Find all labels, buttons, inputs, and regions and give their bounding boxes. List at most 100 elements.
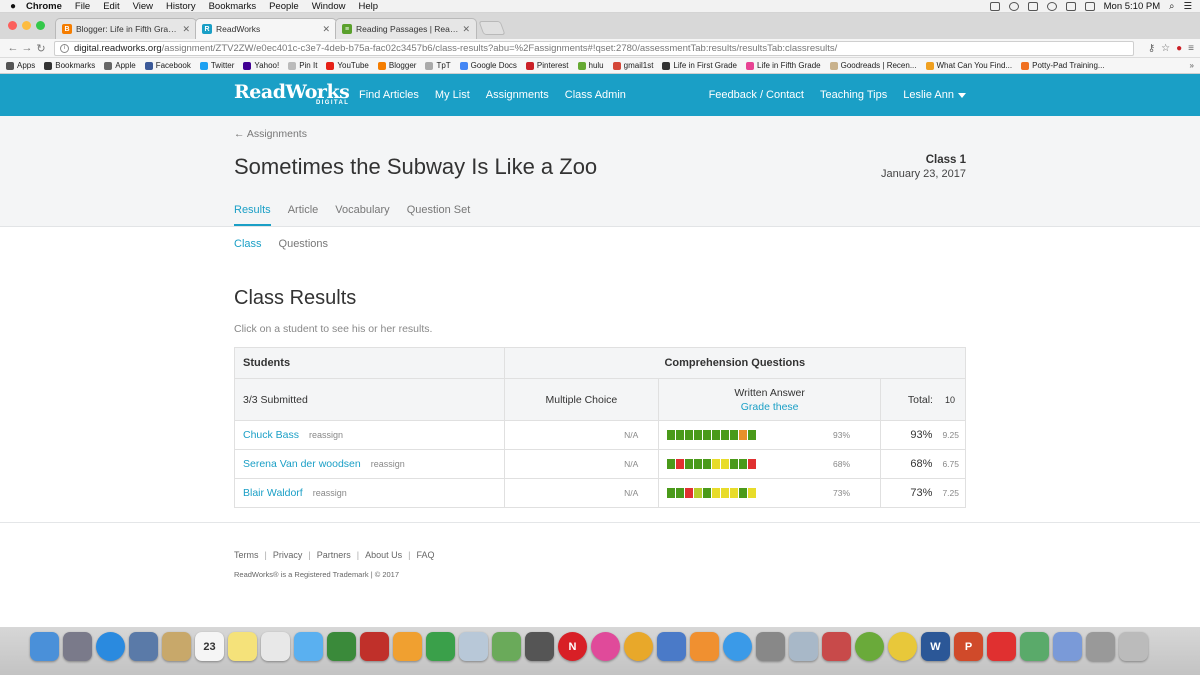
menu-help[interactable]: Help	[358, 1, 378, 12]
dock-netflix-icon[interactable]: N	[558, 632, 587, 661]
table-row[interactable]: Serena Van der woodsen reassign N/A 68% 68% 6…	[234, 449, 966, 479]
bookmark-item[interactable]: Apple	[104, 61, 136, 70]
dock-screen-icon[interactable]	[1086, 632, 1115, 661]
dropbox-icon[interactable]	[989, 2, 1000, 11]
nav-my-list[interactable]: My List	[435, 89, 470, 101]
bookmark-item[interactable]: Yahoo!	[243, 61, 279, 70]
app-menu[interactable]: Chrome	[26, 1, 62, 12]
bookmark-item[interactable]: Google Docs	[459, 61, 517, 70]
bookmark-item[interactable]: What Can You Find...	[925, 61, 1012, 70]
tab-results[interactable]: Results	[234, 204, 271, 226]
dock-notes-icon[interactable]	[228, 632, 257, 661]
dock-calendar-icon[interactable]: 23	[195, 632, 224, 661]
question-score-block[interactable]	[685, 488, 694, 498]
question-score-block[interactable]	[694, 488, 703, 498]
student-name-link[interactable]: Chuck Bass	[243, 429, 299, 441]
question-score-block[interactable]	[667, 430, 676, 440]
dock-safari-icon[interactable]	[96, 632, 125, 661]
subtab-questions[interactable]: Questions	[279, 238, 329, 250]
tab-question-set[interactable]: Question Set	[407, 204, 471, 226]
dock-word-icon[interactable]: W	[921, 632, 950, 661]
question-score-block[interactable]	[694, 459, 703, 469]
nav-assignments[interactable]: Assignments	[486, 89, 549, 101]
dock-powerpoint-icon[interactable]: P	[954, 632, 983, 661]
question-score-block[interactable]	[676, 488, 685, 498]
question-score-block[interactable]	[721, 430, 730, 440]
footer-faq-link[interactable]: FAQ	[416, 550, 434, 560]
bookmark-item[interactable]: Pinterest	[525, 61, 569, 70]
wifi-icon[interactable]	[1046, 2, 1057, 11]
dock-image-capture-icon[interactable]	[525, 632, 554, 661]
more-bookmarks-icon[interactable]: »	[1190, 61, 1194, 70]
question-score-block[interactable]	[676, 430, 685, 440]
question-score-block[interactable]	[685, 459, 694, 469]
menu-people[interactable]: People	[269, 1, 299, 12]
footer-privacy-link[interactable]: Privacy	[273, 550, 303, 560]
reload-icon[interactable]: ↻	[34, 42, 48, 55]
question-score-block[interactable]	[739, 459, 748, 469]
bookmark-item[interactable]: TpT	[425, 61, 451, 70]
question-score-block[interactable]	[721, 488, 730, 498]
reassign-link[interactable]: reassign	[371, 459, 405, 469]
menu-file[interactable]: File	[75, 1, 90, 12]
close-window-icon[interactable]	[8, 21, 17, 30]
tab-blogger[interactable]: B Blogger: Life in Fifth Grade - ✕	[55, 18, 197, 39]
bookmark-item[interactable]: Pin It	[288, 61, 317, 70]
apple-icon[interactable]: ●	[0, 1, 26, 12]
user-menu[interactable]: Leslie Ann	[903, 89, 966, 101]
bookmark-item[interactable]: YouTube	[326, 61, 369, 70]
nav-class-admin[interactable]: Class Admin	[565, 89, 626, 101]
key-icon[interactable]: ⚷	[1148, 43, 1155, 54]
dock-pdf-icon[interactable]	[987, 632, 1016, 661]
question-score-block[interactable]	[703, 459, 712, 469]
dock-mail-icon[interactable]	[129, 632, 158, 661]
back-arrow-icon[interactable]: ←	[6, 42, 20, 54]
question-score-block[interactable]	[730, 459, 739, 469]
reassign-link[interactable]: reassign	[309, 430, 343, 440]
question-score-block[interactable]	[730, 430, 739, 440]
volume-icon[interactable]	[1065, 2, 1076, 11]
menu-history[interactable]: History	[166, 1, 196, 12]
dock-iphoto-icon[interactable]	[492, 632, 521, 661]
dock-preview-icon[interactable]	[789, 632, 818, 661]
tab-article[interactable]: Article	[288, 204, 319, 226]
dock-chrome-icon[interactable]	[624, 632, 653, 661]
clock[interactable]: Mon 5:10 PM	[1104, 1, 1161, 12]
dock-finder-icon[interactable]	[30, 632, 59, 661]
subtab-class[interactable]: Class	[234, 238, 262, 250]
question-score-block[interactable]	[676, 459, 685, 469]
menu-bookmarks[interactable]: Bookmarks	[209, 1, 257, 12]
dock-keynote-icon[interactable]	[459, 632, 488, 661]
tab-reading-passages[interactable]: ≡ Reading Passages | ReadWork ✕	[335, 18, 477, 39]
question-score-block[interactable]	[748, 488, 757, 498]
bookmark-item[interactable]: Bookmarks	[44, 61, 95, 70]
dock-folder-icon[interactable]	[1053, 632, 1082, 661]
dock-downloads-icon[interactable]	[1020, 632, 1049, 661]
dock-numbers-icon[interactable]	[426, 632, 455, 661]
bookmark-item[interactable]: hulu	[577, 61, 604, 70]
dock-trash-icon[interactable]	[1119, 632, 1148, 661]
bookmark-item[interactable]: Twitter	[199, 61, 234, 70]
minimize-window-icon[interactable]	[22, 21, 31, 30]
new-tab-button[interactable]	[478, 21, 506, 35]
question-score-block[interactable]	[703, 488, 712, 498]
dock-keynote-2-icon[interactable]	[657, 632, 686, 661]
dock-itunes-icon[interactable]	[591, 632, 620, 661]
dock-app-store-icon[interactable]	[723, 632, 752, 661]
menu-view[interactable]: View	[133, 1, 153, 12]
bookmark-star-icon[interactable]: ☆	[1161, 43, 1170, 54]
bookmark-item[interactable]: gmail1st	[612, 61, 653, 70]
table-row[interactable]: Blair Waldorf reassign N/A 73% 73% 7.25	[234, 478, 966, 508]
pinterest-extension-icon[interactable]: ●	[1176, 43, 1182, 54]
question-score-block[interactable]	[730, 488, 739, 498]
dock-launchpad-icon[interactable]	[63, 632, 92, 661]
table-row[interactable]: Chuck Bass reassign N/A 93% 93% 9.25	[234, 420, 966, 450]
dock-pinwheel-icon[interactable]	[888, 632, 917, 661]
bookmark-item[interactable]: Apps	[6, 61, 35, 70]
question-score-block[interactable]	[739, 430, 748, 440]
notification-center-icon[interactable]: ☰	[1183, 1, 1192, 12]
nav-teaching-tips[interactable]: Teaching Tips	[820, 89, 887, 101]
spotlight-icon[interactable]: ⌕	[1169, 1, 1174, 12]
bookmark-item[interactable]: Facebook	[144, 61, 191, 70]
question-score-block[interactable]	[712, 488, 721, 498]
